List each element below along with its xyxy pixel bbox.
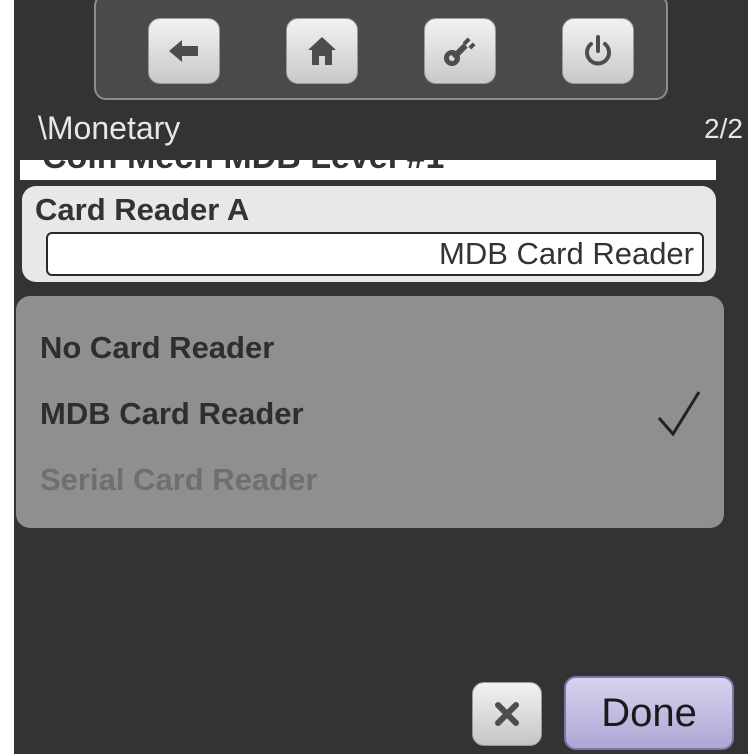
key-icon bbox=[444, 37, 476, 66]
screen: \Monetary 2/2 Coin Mech MDB Level #1 Car… bbox=[14, 0, 748, 754]
cancel-button[interactable] bbox=[472, 682, 542, 746]
back-button[interactable] bbox=[148, 18, 220, 84]
arrow-left-icon bbox=[169, 40, 198, 62]
checkmark-icon bbox=[657, 391, 701, 437]
nav-bar bbox=[94, 0, 668, 100]
home-button[interactable] bbox=[286, 18, 358, 84]
previous-setting-label: Coin Mech MDB Level #1 bbox=[42, 160, 444, 177]
breadcrumb: \Monetary bbox=[38, 110, 181, 146]
close-icon bbox=[495, 702, 519, 726]
card-reader-setting[interactable]: Card Reader A MDB Card Reader bbox=[22, 186, 716, 282]
option-serial-card-reader[interactable]: Serial Card Reader bbox=[40, 462, 317, 498]
home-icon bbox=[308, 37, 336, 65]
option-mdb-card-reader[interactable]: MDB Card Reader bbox=[40, 396, 304, 432]
options-dropdown: No Card Reader MDB Card Reader Serial Ca… bbox=[16, 296, 724, 528]
previous-setting-row[interactable]: Coin Mech MDB Level #1 bbox=[20, 160, 716, 180]
power-icon bbox=[585, 35, 611, 66]
key-button[interactable] bbox=[424, 18, 496, 84]
setting-label: Card Reader A bbox=[35, 192, 250, 227]
option-no-card-reader[interactable]: No Card Reader bbox=[40, 330, 274, 366]
done-button[interactable]: Done bbox=[564, 676, 734, 750]
power-button[interactable] bbox=[562, 18, 634, 84]
setting-value-field[interactable]: MDB Card Reader bbox=[46, 232, 704, 276]
page-indicator: 2/2 bbox=[704, 113, 743, 144]
